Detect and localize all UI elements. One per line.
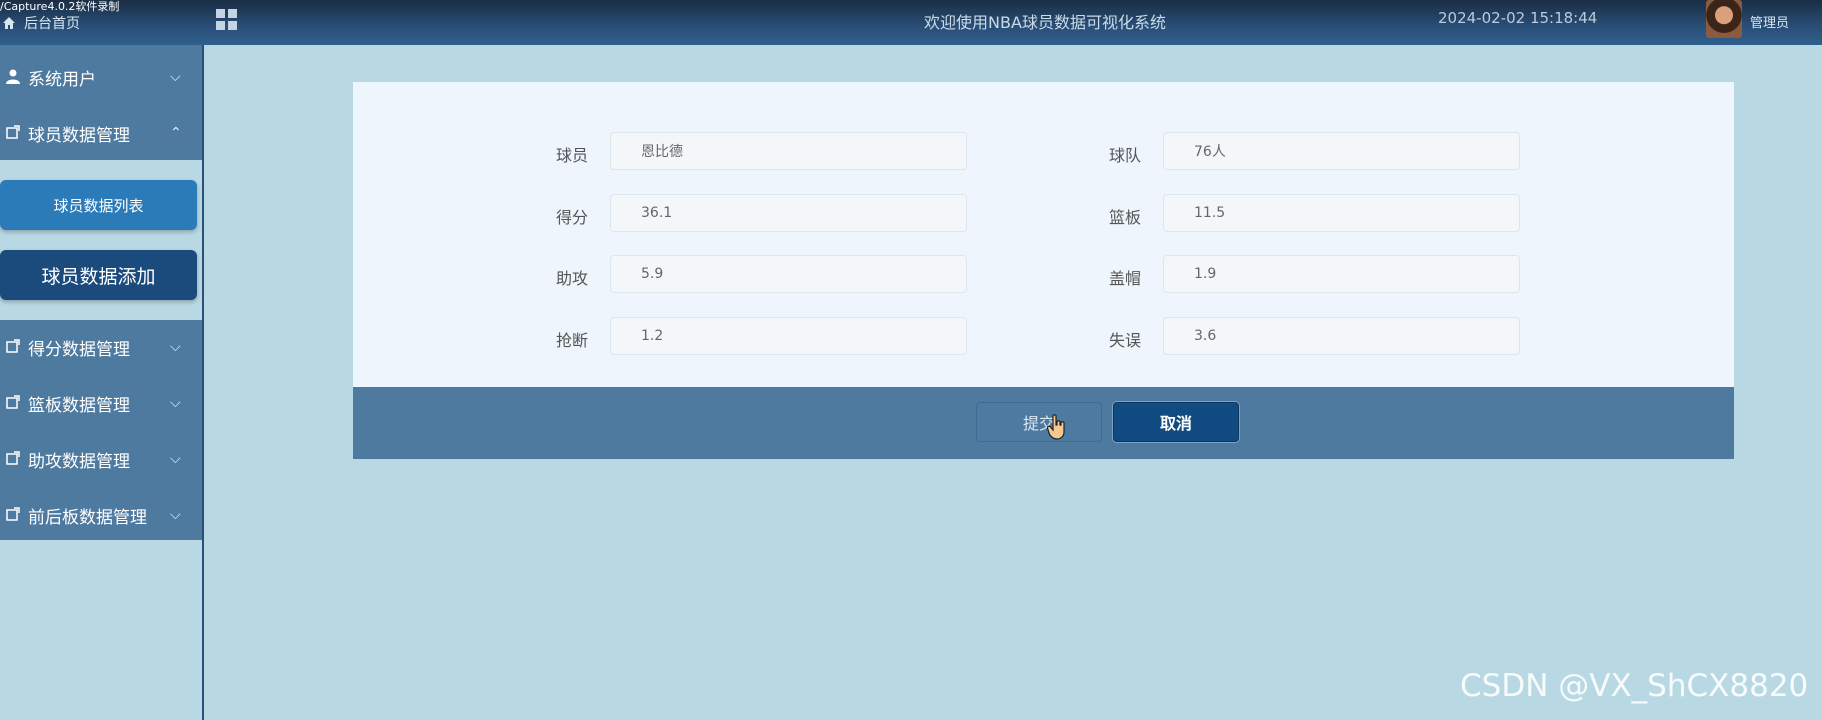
chevron-down-icon: ⌵: [170, 69, 181, 85]
points-input[interactable]: 36.1: [610, 194, 967, 232]
chevron-down-icon: ⌵: [170, 451, 181, 467]
sidebar-item-assist-data[interactable]: 助攻数据管理 ⌵: [0, 431, 202, 487]
submenu-player-add[interactable]: 球员数据添加: [0, 250, 197, 300]
chevron-up-icon: ⌃: [170, 125, 182, 141]
field-label-player: 球员: [556, 146, 589, 165]
top-bar: /Capture4.0.2软件录制 后台首页 欢迎使用NBA球员数据可视化系统 …: [0, 0, 1822, 45]
sidebar-menu: 系统用户 ⌵ 球员数据管理 ⌃ 球员数据列表 球员数据添加 得分数据管理 ⌵ 篮…: [0, 45, 202, 540]
sidebar-item-label: 前后板数据管理: [28, 507, 147, 528]
chevron-down-icon: ⌵: [170, 507, 181, 523]
field-label-blocks: 盖帽: [1109, 269, 1142, 288]
edit-icon: [6, 125, 20, 139]
field-label-steals: 抢断: [556, 331, 589, 350]
sidebar-item-label: 篮板数据管理: [28, 395, 130, 416]
chevron-down-icon: ⌵: [170, 339, 181, 355]
blocks-input[interactable]: 1.9: [1163, 255, 1520, 293]
cancel-button[interactable]: 取消: [1113, 402, 1239, 442]
player-input[interactable]: 恩比德: [610, 132, 967, 170]
submit-button[interactable]: 提交: [976, 402, 1102, 442]
edit-icon: [6, 507, 20, 521]
form-actions: 提交 取消: [353, 387, 1734, 459]
user-icon: [6, 69, 20, 84]
field-label-team: 球队: [1109, 146, 1142, 165]
field-label-rebounds: 篮板: [1109, 208, 1142, 227]
sidebar-item-rebound-data[interactable]: 篮板数据管理 ⌵: [0, 375, 202, 431]
chevron-down-icon: ⌵: [170, 395, 181, 411]
team-input[interactable]: 76人: [1163, 132, 1520, 170]
turnovers-input[interactable]: 3.6: [1163, 317, 1520, 355]
sidebar-item-label: 助攻数据管理: [28, 451, 130, 472]
rebounds-input[interactable]: 11.5: [1163, 194, 1520, 232]
submenu-player-list[interactable]: 球员数据列表: [0, 180, 197, 230]
assists-input[interactable]: 5.9: [610, 255, 967, 293]
watermark: CSDN @VX_ShCX8820: [1460, 668, 1809, 704]
sidebar-item-player-data[interactable]: 球员数据管理 ⌃: [0, 105, 202, 161]
hand-cursor-icon: [1047, 414, 1065, 440]
datetime: 2024-02-02 15:18:44: [1438, 9, 1598, 27]
steals-input[interactable]: 1.2: [610, 317, 967, 355]
field-label-turnovers: 失误: [1109, 331, 1142, 350]
edit-icon: [6, 451, 20, 465]
user-name[interactable]: 管理员: [1750, 12, 1789, 31]
sidebar-item-scoring-data[interactable]: 得分数据管理 ⌵: [0, 319, 202, 375]
sidebar-item-label: 球员数据管理: [28, 125, 130, 146]
sidebar-item-front-back-board-data[interactable]: 前后板数据管理 ⌵: [0, 487, 202, 543]
edit-icon: [6, 339, 20, 353]
sidebar-item-system-users[interactable]: 系统用户 ⌵: [0, 49, 202, 105]
sidebar-item-label: 系统用户: [28, 69, 96, 90]
field-label-points: 得分: [556, 208, 589, 227]
sidebar: 系统用户 ⌵ 球员数据管理 ⌃ 球员数据列表 球员数据添加 得分数据管理 ⌵ 篮…: [0, 45, 204, 720]
avatar[interactable]: [1706, 0, 1742, 38]
edit-icon: [6, 395, 20, 409]
field-label-assists: 助攻: [556, 269, 589, 288]
player-form: 球员 恩比德 球队 76人 得分 36.1 篮板 11.5 助攻 5.9 盖帽 …: [353, 82, 1734, 387]
sidebar-item-label: 得分数据管理: [28, 339, 130, 360]
